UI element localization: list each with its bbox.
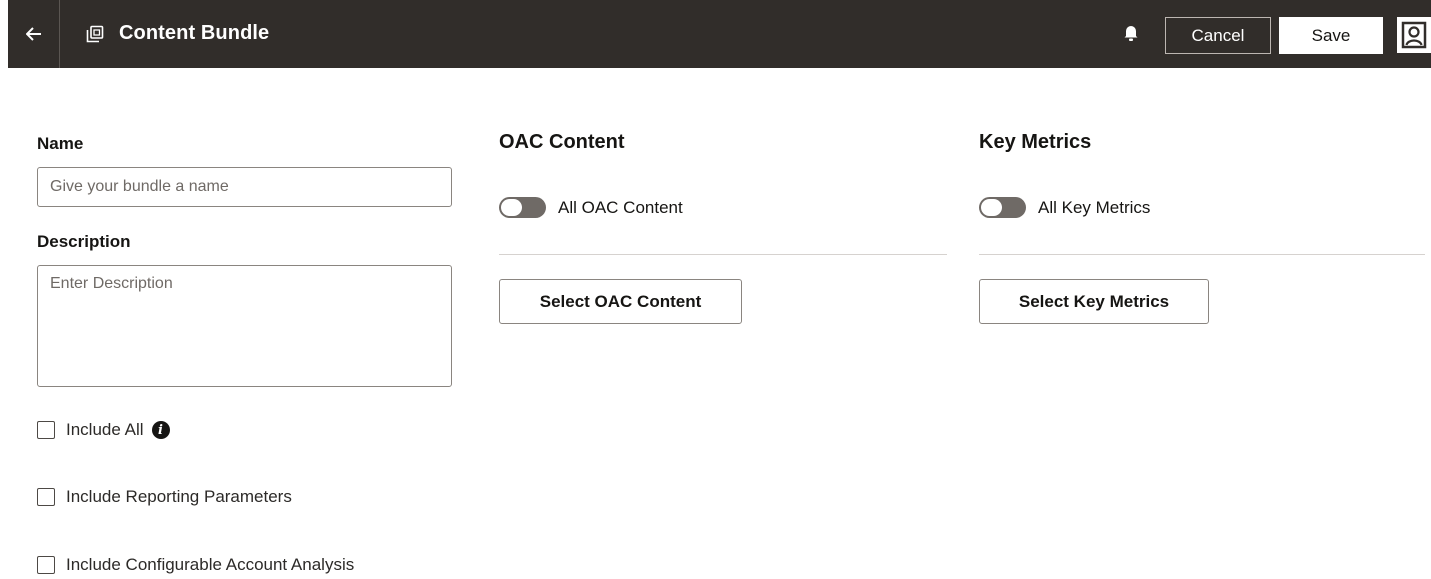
all-key-metrics-toggle[interactable] [979,197,1026,218]
include-all-checkbox[interactable] [37,421,55,439]
bundle-icon [86,25,104,43]
back-button[interactable] [8,0,60,68]
page-title: Content Bundle [119,22,270,44]
cancel-button[interactable]: Cancel [1165,17,1271,54]
bell-icon[interactable] [1123,24,1139,42]
arrow-left-icon [25,27,41,41]
include-reporting-parameters-row: Include Reporting Parameters [37,487,292,507]
all-key-metrics-toggle-row: All Key Metrics [979,197,1150,218]
include-configurable-account-analysis-checkbox[interactable] [37,556,55,574]
oac-divider [499,254,947,255]
all-oac-content-toggle-row: All OAC Content [499,197,683,218]
include-all-label: Include All [66,420,144,439]
key-metrics-title: Key Metrics [979,131,1092,153]
oac-content-title: OAC Content [499,131,625,153]
top-app-bar: Content Bundle Cancel Save [8,0,1431,68]
description-textarea[interactable] [37,265,452,387]
toggle-knob [981,199,1002,216]
include-reporting-parameters-checkbox[interactable] [37,488,55,506]
save-button[interactable]: Save [1279,17,1383,54]
info-icon[interactable]: i [151,421,170,439]
all-oac-content-label: All OAC Content [558,197,683,217]
all-key-metrics-label: All Key Metrics [1038,197,1151,217]
metrics-divider [979,254,1425,255]
user-avatar-icon[interactable] [1397,17,1431,53]
include-configurable-account-analysis-row: Include Configurable Account Analysis [37,555,354,575]
include-reporting-parameters-label: Include Reporting Parameters [66,487,292,506]
select-key-metrics-button[interactable]: Select Key Metrics [979,279,1209,324]
toggle-knob [501,199,522,216]
description-label: Description [37,232,131,251]
include-configurable-account-analysis-label: Include Configurable Account Analysis [66,555,355,574]
avatar-glyph-icon [1401,21,1427,49]
all-oac-content-toggle[interactable] [499,197,546,218]
include-all-row: Include All i [37,420,170,440]
select-oac-content-button[interactable]: Select OAC Content [499,279,742,324]
name-input[interactable] [37,167,452,207]
name-label: Name [37,134,84,153]
